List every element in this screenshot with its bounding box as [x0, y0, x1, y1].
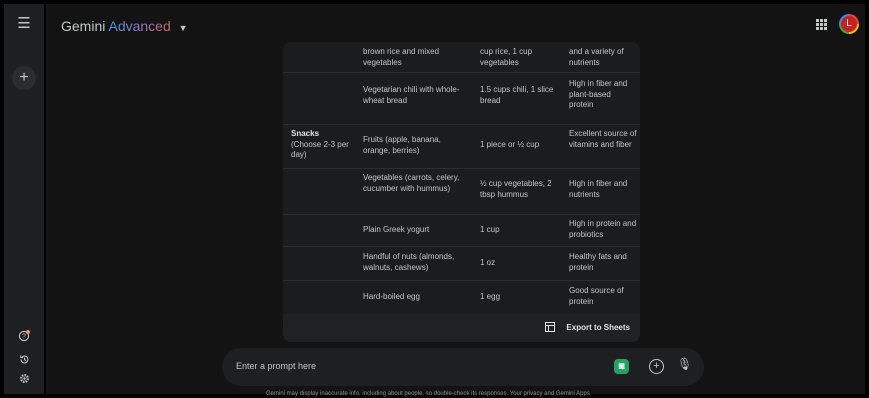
- table-row: Vegetarian chili with whole-wheat bread …: [283, 72, 640, 119]
- food-cell: Fruits (apple, banana, orange, berries): [363, 135, 441, 155]
- prompt-placeholder: Enter a prompt here: [236, 361, 317, 371]
- serving-cell: 1 piece or ½ cup: [480, 140, 540, 149]
- menu-icon[interactable]: ☰: [4, 14, 44, 32]
- export-label: Export to Sheets: [566, 323, 630, 332]
- svg-text:?: ?: [22, 333, 26, 340]
- category-note: (Choose 2-3 per day): [291, 139, 349, 160]
- caret-down-icon: ▼: [178, 23, 188, 33]
- model-switcher[interactable]: Gemini Advanced ▼: [61, 18, 188, 34]
- apps-grid-icon[interactable]: [816, 19, 827, 30]
- table-row: Handful of nuts (almonds, walnuts, cashe…: [283, 246, 640, 281]
- settings-button[interactable]: [4, 371, 44, 389]
- mic-icon[interactable]: 🎙: [677, 357, 692, 371]
- plus-icon: +: [12, 66, 36, 90]
- side-rail: ☰ + ?: [4, 4, 44, 394]
- benefit-cell: Good source of protein: [569, 286, 624, 306]
- table-row: Hard-boiled egg 1 egg Good source of pro…: [283, 280, 640, 315]
- brand-name: Gemini: [61, 18, 106, 34]
- benefit-cell: High in fiber and plant-based protein: [569, 79, 628, 109]
- avatar-initial: L: [841, 16, 857, 32]
- benefit-cell: Excellent source of vitamins and fiber: [569, 129, 637, 149]
- account-avatar[interactable]: L: [839, 14, 859, 34]
- help-icon: ?: [18, 330, 30, 342]
- serving-cell: cup rice, 1 cup vegetables: [480, 47, 533, 67]
- category-cell: Snacks (Choose 2-3 per day): [291, 129, 353, 161]
- activity-button[interactable]: [4, 352, 44, 370]
- serving-cell: 1 oz: [480, 258, 496, 267]
- food-cell: Handful of nuts (almonds, walnuts, cashe…: [363, 252, 455, 272]
- category-label: Snacks: [291, 129, 320, 138]
- serving-cell: 1.5 cups chili, 1 slice bread: [480, 85, 554, 105]
- help-button[interactable]: ?: [4, 329, 44, 347]
- brand-tier: Advanced: [108, 18, 171, 34]
- add-circle-icon[interactable]: +: [649, 359, 664, 374]
- main-panel: Gemini Advanced ▼ L brown rice and mixed…: [46, 4, 865, 397]
- table-row: brown rice and mixed vegetables cup rice…: [283, 42, 640, 72]
- table-icon: [545, 322, 555, 332]
- history-icon: [19, 355, 28, 364]
- benefit-cell: and a variety of nutrients: [569, 47, 624, 67]
- food-cell: Hard-boiled egg: [363, 292, 420, 301]
- disclaimer-text: Gemini may display inaccurate info, incl…: [266, 391, 590, 397]
- prompt-input[interactable]: Enter a prompt here ◙ + 🎙: [222, 348, 704, 386]
- food-cell: brown rice and mixed vegetables: [363, 47, 440, 67]
- benefit-cell: Healthy fats and protein: [569, 252, 627, 272]
- serving-cell: 1 cup: [480, 225, 500, 234]
- table-row: Plain Greek yogurt 1 cup High in protein…: [283, 214, 640, 247]
- gear-icon: [19, 374, 29, 383]
- food-cell: Vegetables (carrots, celery, cucumber wi…: [363, 173, 460, 193]
- new-chat-button[interactable]: +: [4, 66, 44, 90]
- table-row: Vegetables (carrots, celery, cucumber wi…: [283, 168, 640, 213]
- nutrition-table: brown rice and mixed vegetables cup rice…: [283, 42, 640, 342]
- food-cell: Vegetarian chili with whole-wheat bread: [363, 85, 460, 105]
- serving-cell: ½ cup vegetables, 2 tbsp hummus: [480, 179, 552, 199]
- food-cell: Plain Greek yogurt: [363, 225, 430, 234]
- serving-cell: 1 egg: [480, 292, 501, 301]
- table-row: Snacks (Choose 2-3 per day) Fruits (appl…: [283, 124, 640, 169]
- export-to-sheets-button[interactable]: Export to Sheets: [283, 314, 640, 342]
- image-icon[interactable]: ◙: [614, 359, 629, 374]
- benefit-cell: High in fiber and nutrients: [569, 179, 628, 199]
- benefit-cell: High in protein and probiotics: [569, 219, 637, 239]
